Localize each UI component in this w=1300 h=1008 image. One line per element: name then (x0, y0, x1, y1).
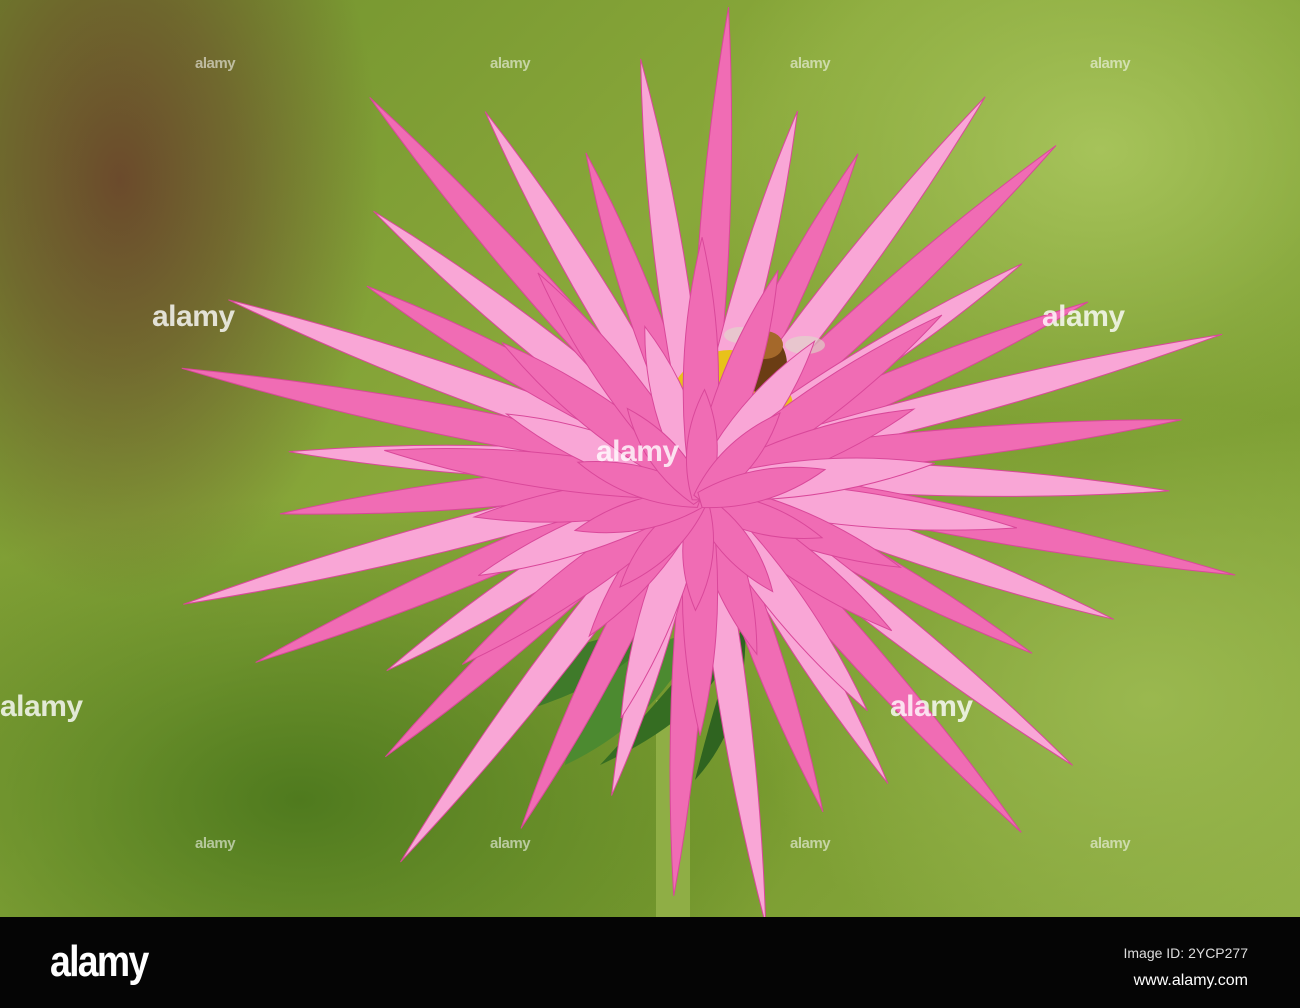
watermark: alamy (0, 690, 83, 723)
watermark: alamy (890, 690, 973, 723)
footer-bar: alamy Image ID: 2YCP277 www.alamy.com (0, 917, 1300, 1008)
watermark: alamy (195, 55, 236, 72)
image-id: Image ID: 2YCP277 (1123, 945, 1248, 961)
watermark: alamy (490, 55, 531, 72)
watermark: alamy (790, 835, 831, 852)
alamy-logo: alamy (50, 937, 149, 986)
watermark: alamy (790, 55, 831, 72)
watermark: alamy (195, 835, 236, 852)
watermark: alamy (490, 835, 531, 852)
site-url[interactable]: www.alamy.com (1134, 972, 1248, 990)
watermark: alamy (1090, 835, 1131, 852)
watermark: alamy (596, 435, 679, 468)
watermark: alamy (152, 300, 235, 333)
flower-photo: alamy alamy alamy alamy alamy alamy alam… (0, 0, 1300, 917)
watermark: alamy (1042, 300, 1125, 333)
watermark: alamy (1090, 55, 1131, 72)
